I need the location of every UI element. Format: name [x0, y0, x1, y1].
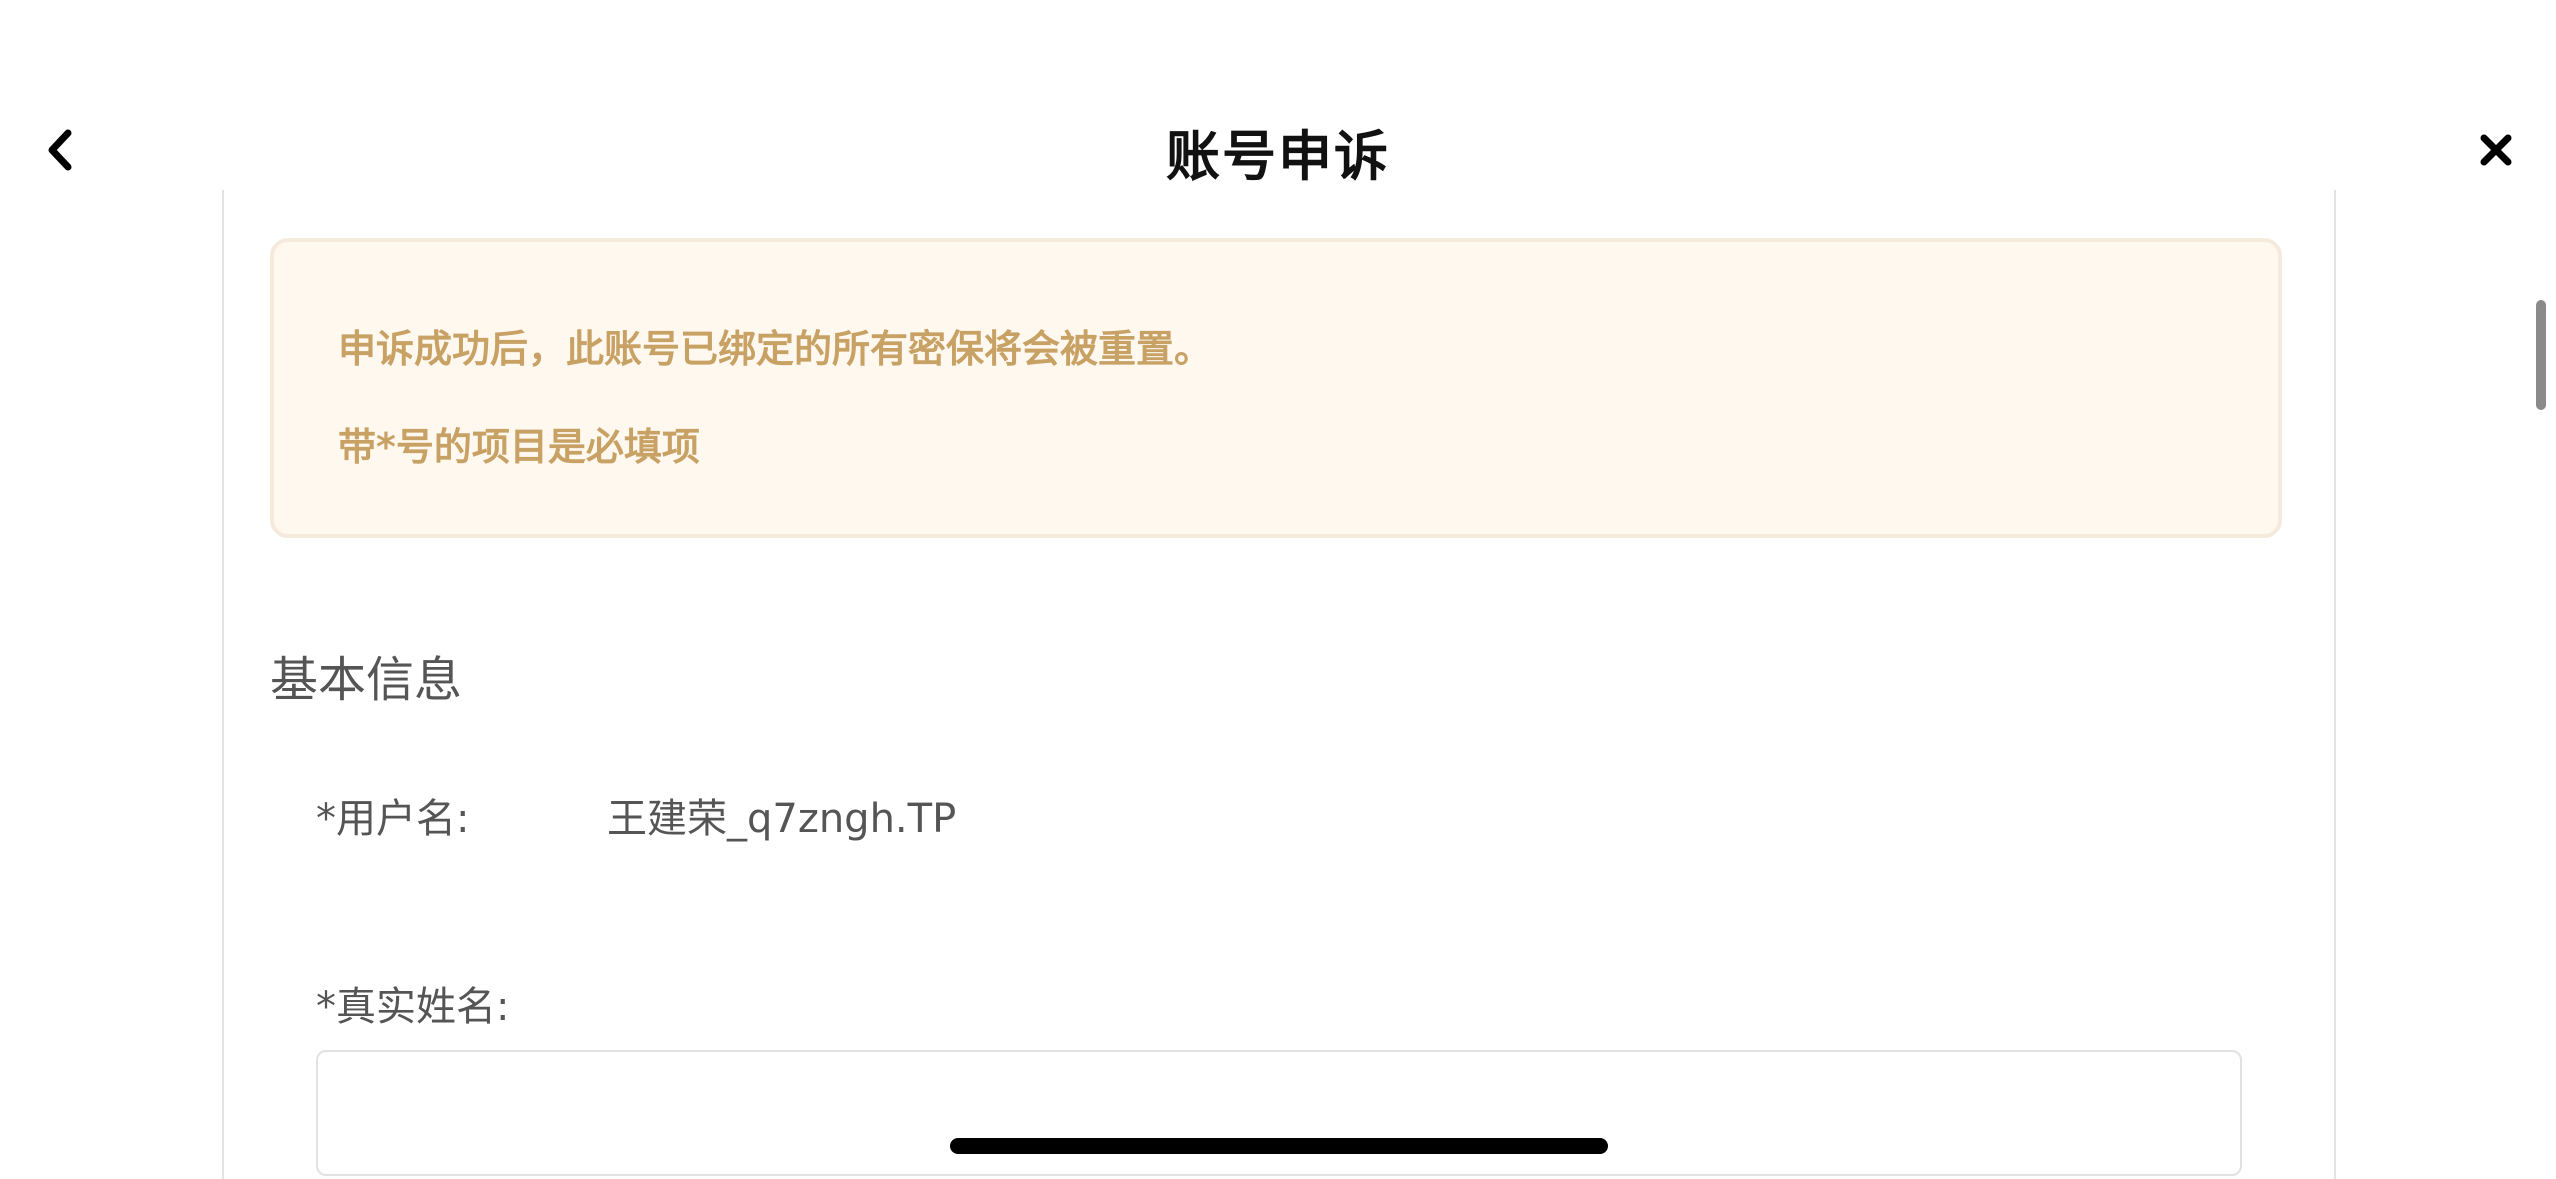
notice-reset-text: 申诉成功后，此账号已绑定的所有密保将会被重置。 [338, 327, 1213, 371]
real-name-label: *真实姓名: [316, 984, 510, 1030]
close-button[interactable] [2466, 120, 2526, 180]
vertical-scrollbar[interactable] [2536, 300, 2546, 410]
username-value: 王建荣_q7zngh.TP [607, 796, 957, 842]
top-navigation-bar: 账号申诉 [0, 0, 2556, 190]
close-icon [2480, 134, 2512, 166]
account-appeal-page: 账号申诉 申诉成功后，此账号已绑定的所有密保将会被重置。 带*号的项目是必填项 … [0, 0, 2556, 1179]
username-label: *用户名: [316, 796, 470, 842]
basic-info-section-title: 基本信息 [270, 652, 463, 708]
appeal-notice-banner: 申诉成功后，此账号已绑定的所有密保将会被重置。 带*号的项目是必填项 [270, 238, 2282, 538]
page-title: 账号申诉 [1166, 125, 1390, 188]
home-indicator [950, 1138, 1608, 1154]
notice-required-text: 带*号的项目是必填项 [338, 425, 700, 469]
real-name-input[interactable] [316, 1050, 2242, 1176]
